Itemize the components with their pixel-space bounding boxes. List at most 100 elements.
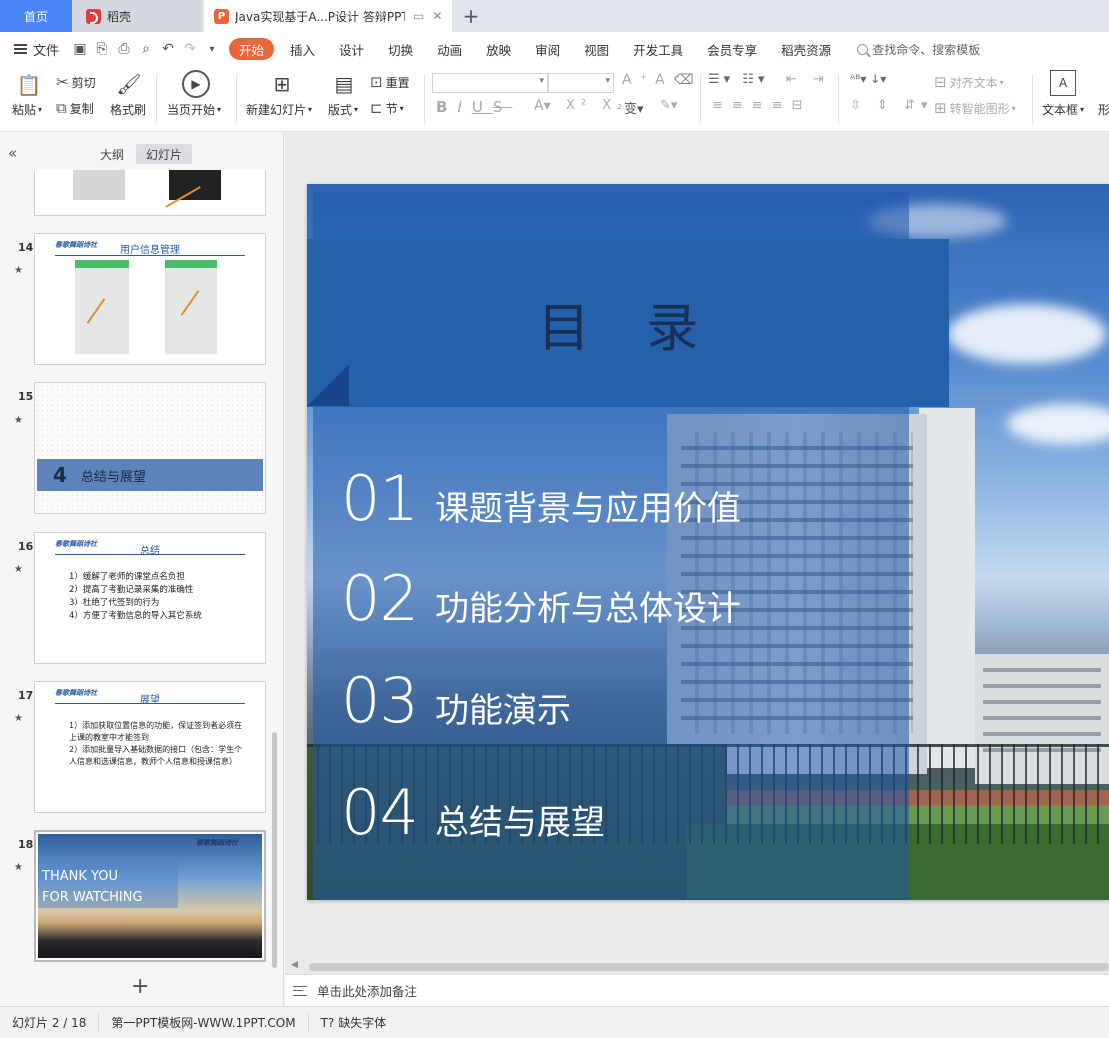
layout-button[interactable]: 版式 ▾ <box>328 101 358 118</box>
format-painter-icon[interactable]: 🖌 <box>116 70 142 98</box>
slide-title[interactable]: 目 录 <box>307 239 949 407</box>
new-tab-button[interactable]: + <box>456 0 486 32</box>
toc-item-2[interactable]: 02 功能分析与总体设计 <box>341 562 741 635</box>
print-preview-icon[interactable]: ⌕ <box>135 41 157 57</box>
smart-art-icon: ⊞ <box>934 99 947 117</box>
slide-thumbnail-14[interactable]: 春歌舞蹈诗社 用户信息管理 <box>34 233 266 365</box>
font-size-select[interactable] <box>548 73 614 93</box>
menu-tab-insert[interactable]: 插入 <box>278 38 327 60</box>
toc-item-4[interactable]: 04 总结与展望 <box>341 776 605 849</box>
reset-button[interactable]: ⊡ 重置 <box>370 73 410 91</box>
format-painter-button[interactable]: 格式刷 <box>110 101 146 118</box>
text-box-button[interactable]: 文本框 ▾ <box>1042 101 1084 118</box>
copy-button[interactable]: ⧉ 复制 <box>56 99 94 117</box>
outline-tab[interactable]: 大纲 <box>90 144 134 164</box>
file-menu[interactable]: 文件 <box>0 40 59 59</box>
slide-thumbnail-17[interactable]: 春歌舞蹈诗社 展望 1）添加获取位置信息的功能，保证签到者必须在 上课的教室中才… <box>34 681 266 813</box>
copy-icon: ⧉ <box>56 99 67 117</box>
paste-button[interactable]: 粘贴 ▾ <box>12 101 42 118</box>
toc-label: 功能分析与总体设计 <box>435 589 741 629</box>
panel-scrollbar[interactable] <box>272 732 277 968</box>
notes-placeholder: 单击此处添加备注 <box>317 984 418 999</box>
menu-tab-design[interactable]: 设计 <box>327 38 376 60</box>
highlight-icon[interactable]: ✎▾ <box>660 98 677 113</box>
paragraph-align-icons[interactable]: ≡≡≡≡⊟ <box>712 98 811 113</box>
play-from-current-button[interactable]: 当页开始 ▾ <box>167 101 221 118</box>
thumb-image <box>73 170 125 200</box>
redo-icon[interactable]: ↷ <box>179 41 201 57</box>
add-slide-button[interactable]: + <box>131 974 149 999</box>
close-tab-icon[interactable]: ✕ <box>432 9 442 23</box>
menu-tab-view[interactable]: 视图 <box>572 38 621 60</box>
shape-button[interactable]: 形 <box>1098 101 1109 118</box>
undo-icon[interactable]: ↶ <box>157 41 179 57</box>
layout-icon[interactable]: ▤ <box>332 70 356 98</box>
save-icon[interactable]: ▣ <box>69 41 91 57</box>
text-direction-icon[interactable]: ᴬᴮ▾ ↓▾ <box>850 72 886 86</box>
cut-button[interactable]: ✂ 剪切 <box>56 73 96 91</box>
font-color-icon[interactable]: A▾ <box>534 98 551 114</box>
notes-pane[interactable]: 单击此处添加备注 <box>285 974 1109 1006</box>
print-icon[interactable]: ⎙ <box>113 41 135 57</box>
menu-tab-transition[interactable]: 切换 <box>376 38 425 60</box>
font-style-icons[interactable]: BIUS <box>436 98 512 116</box>
layout-label: 版式 <box>328 103 353 117</box>
section-button[interactable]: ⊏ 节 ▾ <box>370 99 404 117</box>
scroll-left-icon[interactable]: ◀ <box>291 960 298 970</box>
tab-home[interactable]: 首页 <box>0 0 72 32</box>
menu-tab-daoke-resources[interactable]: 稻壳资源 <box>769 38 843 60</box>
scissors-icon: ✂ <box>56 73 69 91</box>
export-icon[interactable]: ⎘ <box>91 41 113 57</box>
menu-tab-start[interactable]: 开始 <box>229 38 275 60</box>
tab-document[interactable]: P Java实现基于A...P设计 答辩PPT ▭ ✕ <box>204 0 452 32</box>
slide-number-17: 17 <box>18 689 34 702</box>
smart-art-button[interactable]: ⊞ 转智能图形 ▾ <box>934 99 1016 117</box>
thumb-title: 用户信息管理 <box>120 245 180 256</box>
slides-tab[interactable]: 幻灯片 <box>136 144 192 164</box>
scrollbar-thumb[interactable] <box>309 963 1109 971</box>
superscript-subscript-icons[interactable]: X² X₂ <box>566 98 628 113</box>
slide-number-14: 14 <box>18 241 34 254</box>
play-icon[interactable]: ▶ <box>182 70 210 98</box>
collapse-panel-icon[interactable]: « <box>8 144 17 162</box>
indent-icons[interactable]: ⇤ ⇥ <box>786 72 830 87</box>
customize-icon[interactable]: ▾ <box>201 44 223 55</box>
slide-number-15: 15 <box>18 390 34 403</box>
search-icon <box>857 43 869 55</box>
screen-icon[interactable]: ▭ <box>413 9 424 23</box>
menu-tab-animation[interactable]: 动画 <box>425 38 474 60</box>
align-text-icon: ⊟ <box>934 73 947 91</box>
toc-item-1[interactable]: 01 课题背景与应用价值 <box>341 462 741 535</box>
horizontal-scrollbar[interactable]: ◀ <box>285 960 1109 974</box>
command-search[interactable]: 查找命令、搜索模板 <box>857 41 980 58</box>
section-icon: ⊏ <box>370 99 383 117</box>
missing-fonts-label: 缺失字体 <box>338 1016 387 1030</box>
tab-daoke[interactable]: 稻壳 <box>72 0 202 32</box>
menu-tab-slideshow[interactable]: 放映 <box>474 38 523 60</box>
slide-thumbnail-16[interactable]: 春歌舞蹈诗社 总结 1）缓解了老师的课堂点名负担 2）提高了考勤记录采集的准确性… <box>34 532 266 664</box>
align-text-button[interactable]: ⊟ 对齐文本 ▾ <box>934 73 1004 91</box>
title-banner[interactable]: 目 录 <box>307 239 949 407</box>
slide-number-16: 16 <box>18 540 34 553</box>
template-name[interactable]: 第一PPT模板网-WWW.1PPT.COM <box>99 1013 309 1032</box>
slide-thumbnail-15[interactable]: 4 总结与展望 <box>34 382 266 514</box>
paste-icon[interactable]: 📋 <box>14 70 44 100</box>
font-family-select[interactable] <box>432 73 548 93</box>
menu-tab-developer[interactable]: 开发工具 <box>621 38 695 60</box>
current-slide[interactable]: 目 录 01 课题背景与应用价值 02 功能分析与总体设计 03 功能演示 04… <box>307 184 1109 900</box>
toc-item-3[interactable]: 03 功能演示 <box>341 664 571 737</box>
missing-fonts-button[interactable]: T? 缺失字体 <box>309 1014 399 1032</box>
tab-document-label: Java实现基于A...P设计 答辩PPT <box>235 9 405 24</box>
clear-format-icon[interactable]: ⌫ <box>674 72 694 88</box>
slide-thumbnail-18[interactable]: 春歌舞蹈诗社 THANK YOU FOR WATCHING <box>34 830 266 962</box>
text-box-icon[interactable]: A <box>1050 70 1076 96</box>
slide-thumbnail-13[interactable] <box>34 170 266 216</box>
phonetic-icon[interactable]: 变▾ <box>624 98 644 117</box>
menu-tab-review[interactable]: 审阅 <box>523 38 572 60</box>
line-spacing-icons[interactable]: ⇳ ⇕ ⇵▾ <box>850 98 933 113</box>
ppt-file-icon: P <box>214 8 229 24</box>
menu-tab-member[interactable]: 会员专享 <box>695 38 769 60</box>
list-icons[interactable]: ☰▾ ☷▾ <box>708 72 769 87</box>
new-slide-icon[interactable]: ⊞ <box>268 70 296 98</box>
new-slide-button[interactable]: 新建幻灯片 ▾ <box>246 101 312 118</box>
